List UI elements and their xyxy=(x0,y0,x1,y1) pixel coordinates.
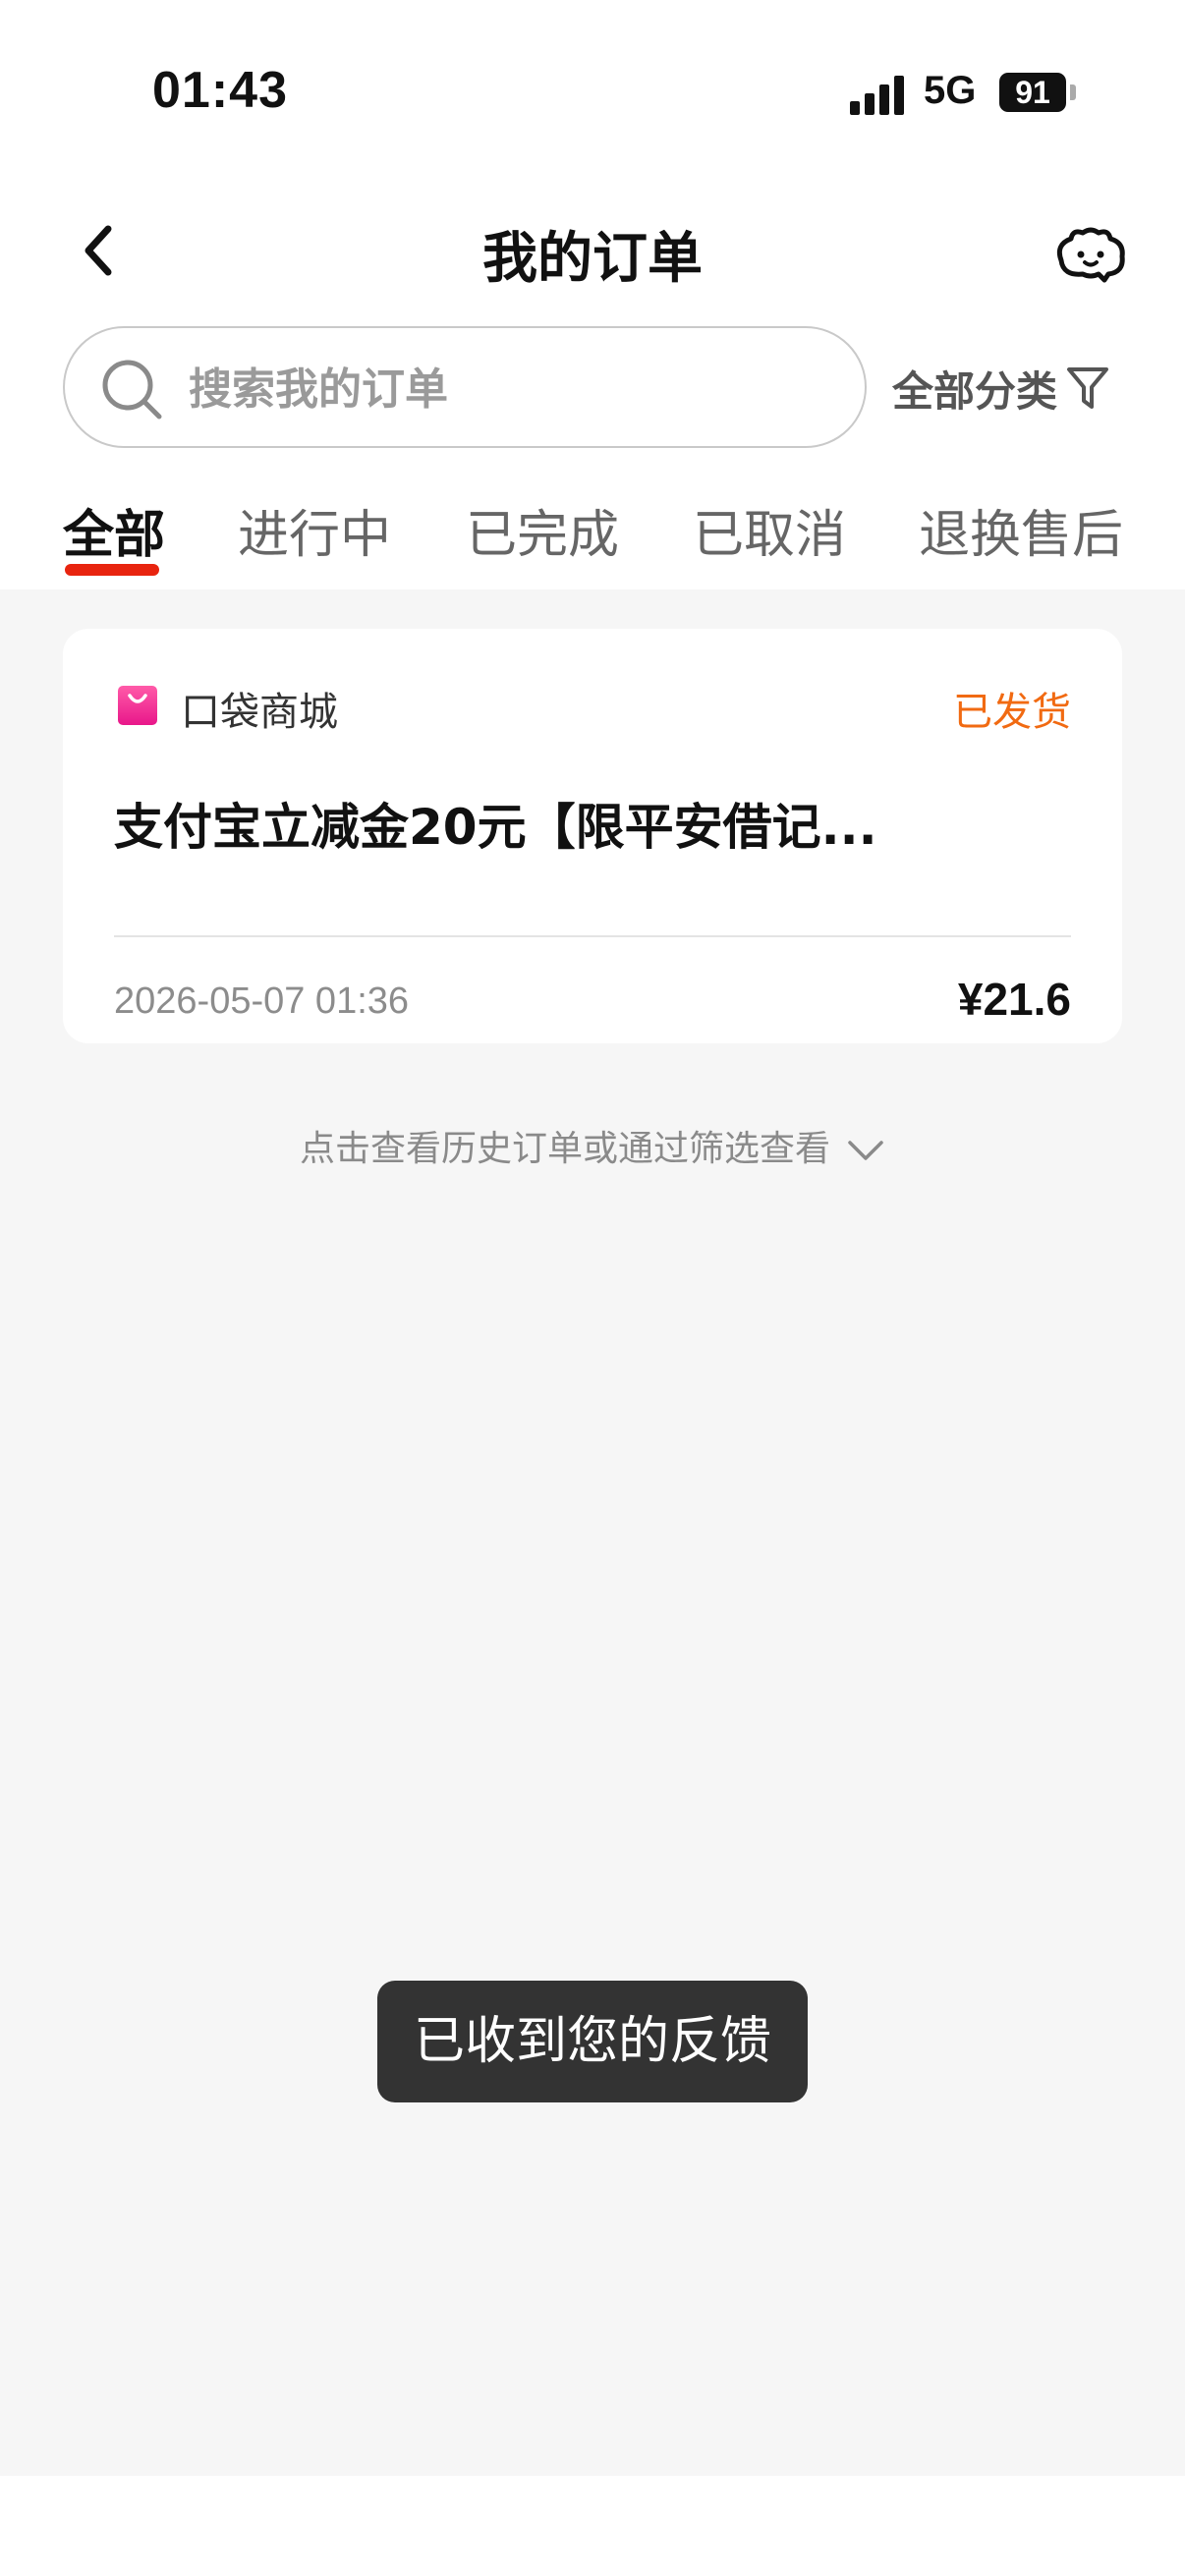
search-input[interactable] xyxy=(189,358,837,420)
battery-cap xyxy=(1070,84,1076,100)
order-title[interactable]: 支付宝立减金20元【限平安借记... xyxy=(114,788,998,859)
toast-message: 已收到您的反馈 xyxy=(377,1981,808,2102)
tab-active-indicator xyxy=(65,564,159,576)
status-bar: 01:43 5G 91 xyxy=(0,0,1185,177)
network-type: 5G xyxy=(924,69,977,112)
order-list: 口袋商城 已发货 支付宝立减金20元【限平安借记... 2026-05-07 0… xyxy=(0,589,1185,2476)
search-icon xyxy=(102,360,162,420)
header: 我的订单 xyxy=(0,187,1185,314)
signal-icon xyxy=(850,74,909,115)
shop-name[interactable]: 口袋商城 xyxy=(181,680,338,737)
chevron-down-icon xyxy=(848,1141,883,1160)
customer-service-button[interactable] xyxy=(1046,216,1135,295)
status-time: 01:43 xyxy=(152,62,288,119)
shop-bag-icon xyxy=(118,686,157,725)
history-link-text: 点击查看历史订单或通过筛选查看 xyxy=(299,1129,830,1169)
tab-all[interactable]: 全部 xyxy=(63,493,165,567)
order-price: ¥21.6 xyxy=(957,974,1071,1025)
battery-icon: 91 xyxy=(999,73,1066,112)
customer-service-icon xyxy=(1056,227,1125,283)
order-card[interactable]: 口袋商城 已发货 支付宝立减金20元【限平安借记... 2026-05-07 0… xyxy=(63,629,1122,1043)
order-status: 已发货 xyxy=(953,690,1071,735)
search-box[interactable] xyxy=(63,326,867,448)
page-title: 我的订单 xyxy=(482,227,703,291)
tab-in-progress[interactable]: 进行中 xyxy=(238,493,391,567)
bottom-safe-area xyxy=(0,2476,1185,2576)
filter-button[interactable]: 全部分类 xyxy=(892,354,1110,422)
tab-completed[interactable]: 已完成 xyxy=(466,493,619,567)
tab-after-sales[interactable]: 退换售后 xyxy=(919,493,1123,567)
filter-icon xyxy=(1067,367,1109,409)
tab-cancelled[interactable]: 已取消 xyxy=(693,493,846,567)
order-tabs: 全部 进行中 已完成 已取消 退换售后 xyxy=(0,481,1185,589)
card-divider xyxy=(114,935,1071,937)
history-orders-link[interactable]: 点击查看历史订单或通过筛选查看 xyxy=(0,1120,1185,1171)
order-time: 2026-05-07 01:36 xyxy=(114,980,410,1022)
filter-label: 全部分类 xyxy=(892,366,1058,416)
